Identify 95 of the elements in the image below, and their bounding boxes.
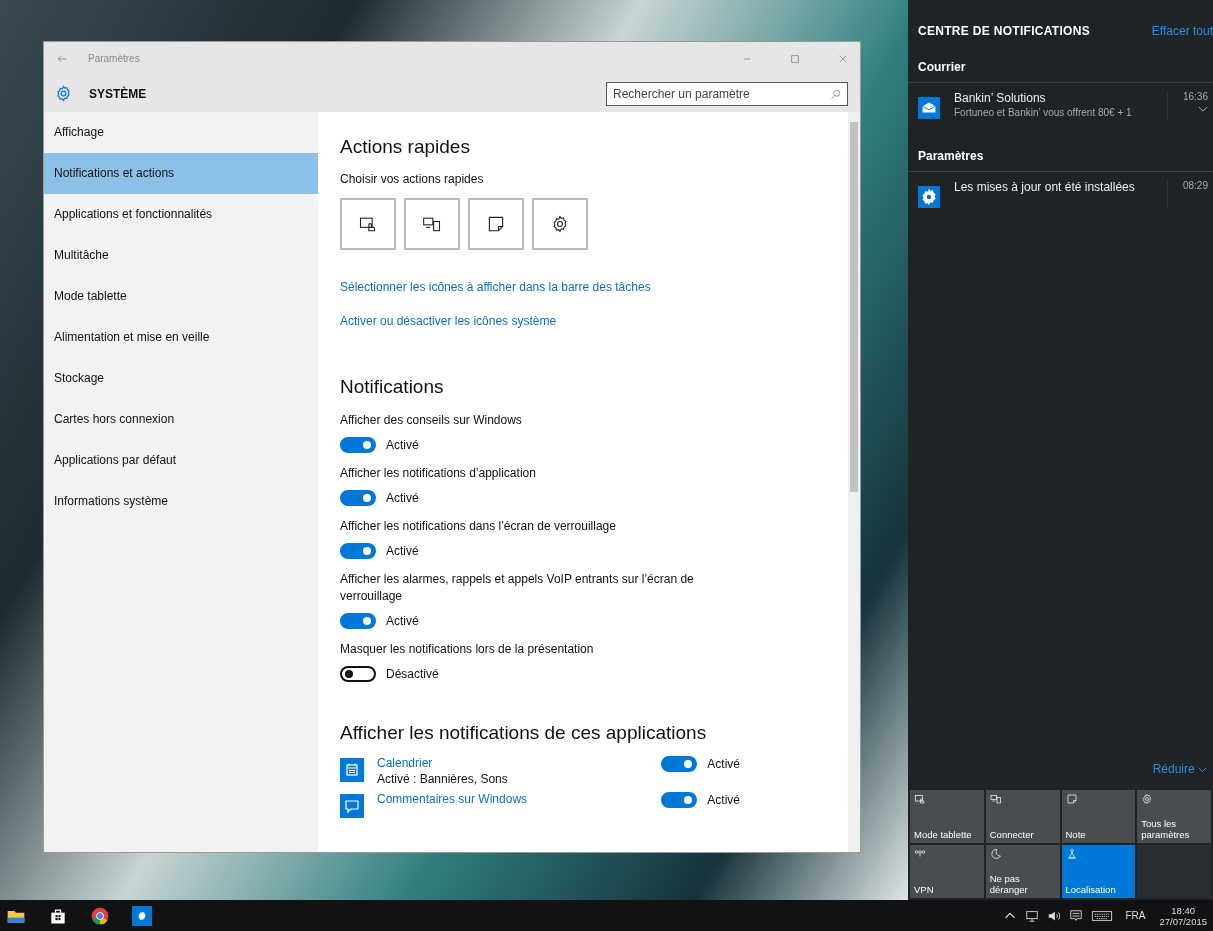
browser-circle-icon[interactable] bbox=[90, 905, 110, 926]
notification-card[interactable]: Bankin’ Solutions Fortuneo et Bankin’ vous offrent 80€ + 1 16:36 bbox=[908, 83, 1213, 127]
quick-action-tile[interactable]: VPN bbox=[910, 845, 984, 898]
section-heading: Afficher les notifications de ces applications bbox=[340, 722, 707, 744]
setting-label: Masquer les notifications lors de la présentation bbox=[340, 641, 594, 658]
toggle-switch[interactable] bbox=[340, 490, 376, 506]
tile-label: Localisation bbox=[1065, 884, 1117, 895]
sidebar-item[interactable]: Cartes hors connexion bbox=[44, 399, 318, 440]
toggle-state: Activé bbox=[386, 544, 419, 558]
quick-action-tile[interactable]: Connecter bbox=[985, 790, 1060, 843]
moon-icon bbox=[989, 848, 1002, 860]
gear-icon bbox=[1141, 793, 1154, 805]
envelope-icon bbox=[918, 97, 940, 119]
clear-all-link[interactable]: Effacer tout bbox=[1151, 24, 1213, 38]
quick-action-tile[interactable]: Ne pas déranger bbox=[985, 845, 1060, 898]
sidebar-item[interactable]: Applications et fonctionnalités bbox=[44, 194, 318, 235]
tile-label: Note bbox=[1065, 829, 1087, 840]
quick-action-button[interactable] bbox=[340, 198, 396, 250]
panel-title: CENTRE DE NOTIFICATIONS bbox=[918, 24, 1090, 38]
toggle-switch[interactable] bbox=[661, 756, 698, 772]
group-title: Paramètres bbox=[908, 149, 1213, 172]
gear-icon bbox=[550, 214, 570, 234]
quick-action-tile[interactable]: Note bbox=[1061, 790, 1136, 843]
quick-action-tile[interactable]: Mode tablette bbox=[910, 790, 984, 843]
notification-title: Bankin’ Solutions bbox=[954, 91, 1047, 105]
clock[interactable]: 18:40 27/07/2015 bbox=[1159, 904, 1207, 927]
sidebar-item[interactable]: Informations système bbox=[44, 481, 318, 522]
toggle-switch[interactable] bbox=[661, 792, 698, 808]
quick-action-tile[interactable]: Tous les paramètres bbox=[1137, 790, 1211, 843]
person-pin-icon bbox=[1065, 848, 1078, 860]
notification-card[interactable]: Les mises à jour ont été installées 08:29 bbox=[908, 172, 1213, 216]
keyboard-icon[interactable] bbox=[1091, 908, 1114, 923]
screens-icon bbox=[989, 793, 1002, 805]
subtitle: Choisir vos actions rapides bbox=[340, 172, 484, 186]
app-detail: Activé : Bannières, Sons bbox=[377, 772, 509, 786]
section-heading: Notifications bbox=[340, 376, 444, 398]
toggle-state: Activé bbox=[386, 438, 419, 452]
tablet-hand-icon bbox=[914, 793, 926, 805]
setting-label: Afficher les notifications dans l’écran de verrouillage bbox=[340, 518, 616, 535]
sidebar-item[interactable]: Notifications et actions bbox=[44, 153, 318, 194]
gear-icon bbox=[54, 84, 73, 103]
gear-icon[interactable] bbox=[132, 905, 152, 926]
group-title: Courrier bbox=[908, 60, 1213, 83]
notification-time: 08:29 bbox=[1182, 180, 1208, 191]
sidebar-item[interactable]: Alimentation et mise en veille bbox=[44, 317, 318, 358]
setting-label: Afficher les notifications d’application bbox=[340, 465, 536, 482]
app-name[interactable]: Commentaires sur Windows bbox=[377, 792, 662, 806]
toggle-switch[interactable] bbox=[340, 543, 376, 559]
calendar-icon bbox=[340, 758, 364, 782]
toggle-state: Activé bbox=[386, 491, 419, 505]
link[interactable]: Sélectionner les icônes à afficher dans la barre des tâches bbox=[340, 280, 651, 294]
collapse-link[interactable]: Réduire bbox=[1152, 762, 1213, 790]
tile-label: Connecter bbox=[989, 829, 1035, 840]
search-icon bbox=[830, 87, 842, 100]
quick-action-button[interactable] bbox=[532, 198, 588, 250]
sidebar-item[interactable]: Applications par défaut bbox=[44, 440, 318, 481]
input-language[interactable]: FRA bbox=[1125, 910, 1146, 921]
notification-time: 16:36 bbox=[1182, 91, 1208, 102]
tile-label: Tous les paramètres bbox=[1141, 818, 1191, 840]
toggle-state: Activé bbox=[707, 793, 740, 807]
chevron-down-icon bbox=[1198, 767, 1207, 773]
toggle-switch[interactable] bbox=[340, 666, 376, 682]
gear-icon bbox=[918, 186, 940, 208]
sidebar-item[interactable]: Multitâche bbox=[44, 235, 318, 276]
toggle-state: Désactivé bbox=[386, 667, 439, 681]
vpn-icon bbox=[914, 848, 926, 860]
quick-action-tile[interactable]: Localisation bbox=[1061, 845, 1136, 898]
chevron-down-icon[interactable] bbox=[1198, 106, 1208, 113]
toggle-switch[interactable] bbox=[340, 613, 376, 629]
note-icon bbox=[486, 214, 506, 234]
search-field[interactable]: Rechercher un paramètre bbox=[606, 81, 848, 106]
toggle-state: Activé bbox=[386, 614, 419, 628]
message-icon[interactable] bbox=[1069, 908, 1084, 923]
window-title: Paramètres bbox=[88, 53, 140, 64]
chat-icon bbox=[340, 794, 364, 818]
sidebar-item[interactable]: Mode tablette bbox=[44, 276, 318, 317]
quick-action-button[interactable] bbox=[404, 198, 460, 250]
setting-label: Afficher les alarmes, rappels et appels VoIP entrants sur l’écran de verrouillage bbox=[340, 571, 695, 605]
link[interactable]: Activer ou désactiver les icônes système bbox=[340, 314, 557, 328]
toggle-switch[interactable] bbox=[340, 437, 376, 453]
sidebar-item[interactable]: Stockage bbox=[44, 358, 318, 399]
toggle-state: Activé bbox=[707, 757, 740, 771]
section-title: SYSTÈME bbox=[89, 86, 147, 101]
network-icon[interactable] bbox=[1025, 908, 1040, 923]
scrollbar[interactable] bbox=[848, 112, 860, 852]
notification-body: Fortuneo et Bankin’ vous offrent 80€ + 1 bbox=[954, 107, 1133, 118]
app-name[interactable]: Calendrier bbox=[377, 756, 662, 770]
note-icon bbox=[1065, 793, 1078, 805]
tile-label: Mode tablette bbox=[914, 829, 973, 840]
tile-label: VPN bbox=[914, 884, 935, 895]
section-heading: Actions rapides bbox=[340, 136, 470, 158]
notification-title: Les mises à jour ont été installées bbox=[954, 180, 1136, 194]
setting-label: Afficher des conseils sur Windows bbox=[340, 412, 522, 429]
tile-label: Ne pas déranger bbox=[989, 873, 1029, 895]
sidebar-item[interactable]: Affichage bbox=[44, 112, 318, 153]
